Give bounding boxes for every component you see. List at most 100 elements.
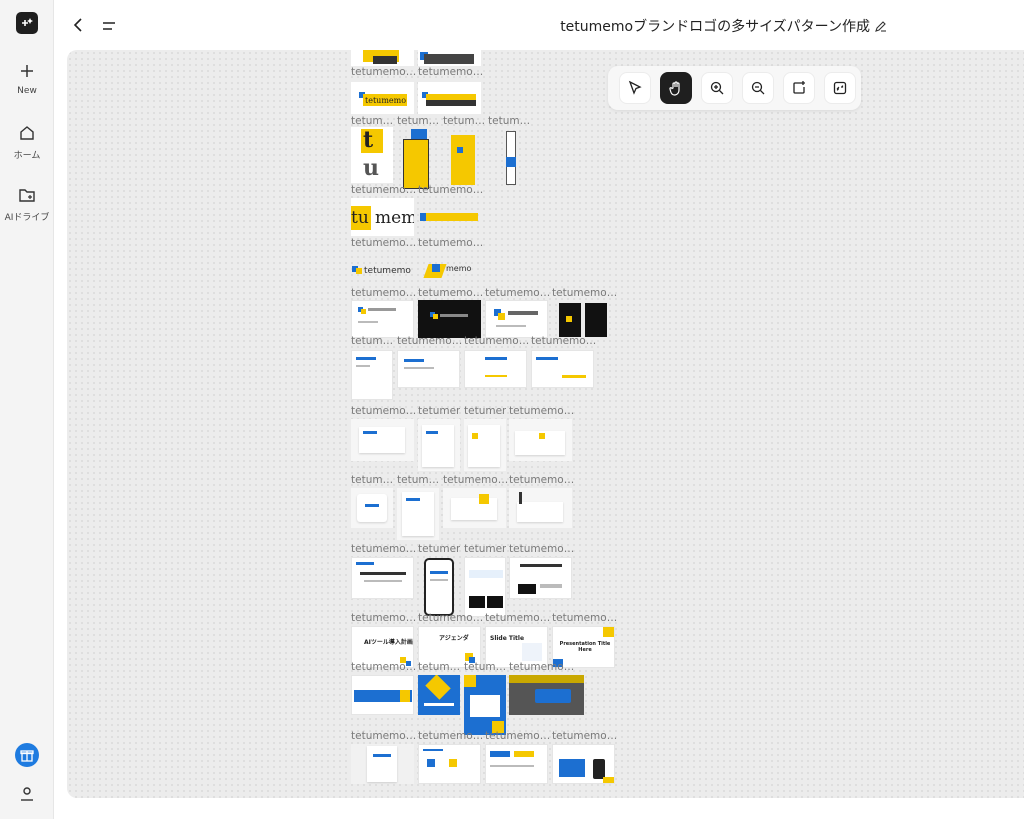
sidebar-item-ai-drive[interactable]: AIドライブ: [0, 186, 54, 223]
logo-thumbnail[interactable]: tetumemo: [351, 254, 414, 286]
thumbnail-label: tetumemo…: [464, 543, 506, 555]
business-card-thumbnail[interactable]: [397, 350, 460, 388]
business-card-thumbnail[interactable]: [485, 300, 548, 338]
logo-thumbnail[interactable]: [418, 82, 481, 114]
logo-thumbnail[interactable]: [351, 50, 414, 66]
cursor-icon: [628, 80, 642, 95]
thumbnail-label: tetumemo…: [351, 66, 416, 78]
app-logo[interactable]: [16, 12, 38, 34]
zoom-out-button[interactable]: [742, 72, 774, 104]
logo-text: t: [363, 127, 374, 153]
logo-text: memo: [446, 264, 472, 273]
canvas-toolbar: [608, 66, 861, 110]
thumbnail-label: tetumemo…: [485, 287, 550, 299]
user-avatar[interactable]: [18, 784, 36, 806]
thumbnail-label: tetum…: [351, 474, 393, 486]
user-icon: [21, 787, 33, 801]
thumbnail-label: tetum…: [351, 335, 393, 347]
business-card-thumbnail[interactable]: [552, 300, 615, 338]
business-card-thumbnail[interactable]: [418, 300, 481, 338]
thumbnail-label: tetum…: [443, 115, 485, 127]
business-card-thumbnail[interactable]: [531, 350, 594, 388]
add-frame-icon: [793, 81, 805, 94]
thumbnail-label: tetumemo…: [552, 612, 617, 624]
gift-button[interactable]: [15, 743, 39, 767]
slide-text: Slide Title: [490, 635, 525, 642]
mockup-thumbnail[interactable]: [464, 419, 506, 471]
menu-icon[interactable]: [100, 17, 118, 35]
thumbnail-label: tetumemo…: [531, 335, 596, 347]
guideline-thumbnail[interactable]: [485, 744, 548, 784]
mockup-thumbnail[interactable]: [509, 488, 572, 528]
zoom-in-button[interactable]: [701, 72, 733, 104]
thumbnail-label: tetumemo…: [509, 543, 574, 555]
thumbnail-label: tetum…: [397, 474, 439, 486]
thumbnail-label: tetumemo…: [418, 237, 483, 249]
thumbnail-label: tetumemo…: [485, 612, 550, 624]
back-arrow-icon[interactable]: [70, 16, 88, 34]
thumbnail-label: tetumemo…: [443, 474, 508, 486]
webpage-thumbnail[interactable]: [464, 557, 506, 617]
banner-thumbnail[interactable]: [351, 675, 414, 715]
fit-view-icon: [833, 81, 847, 95]
thumbnail-label: tetumemo…: [552, 730, 617, 742]
letterhead-thumbnail[interactable]: [351, 350, 393, 400]
mockup-thumbnail[interactable]: [443, 488, 506, 528]
logo-thumbnail[interactable]: tu mem: [351, 198, 414, 236]
thumbnail-label: tetumemo…: [351, 661, 416, 673]
thumbnail-label: tetum…: [397, 115, 439, 127]
logo-thumbnail[interactable]: tetumemo: [351, 82, 414, 114]
add-frame-button[interactable]: [783, 72, 815, 104]
logo-thumbnail[interactable]: memo: [418, 254, 481, 286]
logo-thumbnail[interactable]: [418, 198, 481, 236]
thumbnail-label: tetumemo…: [418, 184, 483, 196]
thumbnail-label: tetumemo…: [351, 730, 416, 742]
banner-thumbnail[interactable]: [418, 675, 460, 715]
sidebar-item-new[interactable]: New: [0, 62, 54, 96]
webpage-thumbnail[interactable]: [351, 557, 414, 599]
plus-icon: [21, 65, 33, 77]
phone-thumbnail[interactable]: [418, 557, 460, 617]
business-card-thumbnail[interactable]: [464, 350, 527, 388]
edit-pencil-icon[interactable]: [874, 19, 888, 33]
folder-icon: [19, 189, 35, 202]
sidebar-item-label: AIドライブ: [4, 213, 50, 223]
mockup-thumbnail[interactable]: [397, 488, 439, 540]
thumbnail-label: tetumemo…: [418, 66, 483, 78]
thumbnail-label: tetum…: [464, 661, 506, 673]
banner-thumbnail[interactable]: [509, 675, 584, 715]
hand-tool-button[interactable]: [660, 72, 692, 104]
banner-thumbnail[interactable]: [464, 675, 506, 735]
logo-thumbnail[interactable]: [443, 127, 485, 187]
logo-thumbnail[interactable]: t u: [351, 127, 393, 183]
mockup-thumbnail[interactable]: [418, 419, 460, 471]
thumbnail-label: tetumemo…: [464, 405, 506, 417]
thumbnail-label: tetum…: [418, 661, 460, 673]
sidebar-item-home[interactable]: ホーム: [0, 124, 54, 161]
mockup-thumbnail[interactable]: [351, 419, 414, 461]
thumbnail-label: tetumemo…: [351, 287, 416, 299]
book-cover-thumbnail[interactable]: [351, 744, 414, 784]
logo-text: tetumemo: [364, 266, 411, 276]
guideline-thumbnail[interactable]: [552, 744, 615, 784]
page-title[interactable]: tetumemoブランドロゴの多サイズパターン作成: [560, 16, 870, 36]
slide-text: AIツール導入計画: [364, 639, 413, 646]
select-tool-button[interactable]: [619, 72, 651, 104]
guideline-thumbnail[interactable]: [418, 744, 481, 784]
thumbnail-label: tetumemo…: [351, 405, 416, 417]
header: tetumemoブランドロゴの多サイズパターン作成: [54, 0, 1024, 50]
logo-text: tu: [351, 208, 369, 228]
mockup-thumbnail[interactable]: [351, 488, 393, 528]
fit-view-button[interactable]: [824, 72, 856, 104]
webpage-thumbnail[interactable]: [509, 557, 572, 599]
thumbnail-label: tetumemo…: [509, 661, 574, 673]
mockup-thumbnail[interactable]: [509, 419, 572, 461]
business-card-thumbnail[interactable]: [351, 300, 414, 338]
thumbnail-label: tetum…: [351, 115, 393, 127]
logo-thumbnail[interactable]: [418, 50, 481, 66]
sidebar: New ホーム AIドライブ: [0, 0, 54, 819]
logo-thumbnail[interactable]: [488, 127, 530, 187]
logo-text: mem: [375, 208, 414, 228]
thumbnail-label: tetumemo…: [552, 287, 617, 299]
thumbnail-label: tetumemo…: [509, 474, 574, 486]
